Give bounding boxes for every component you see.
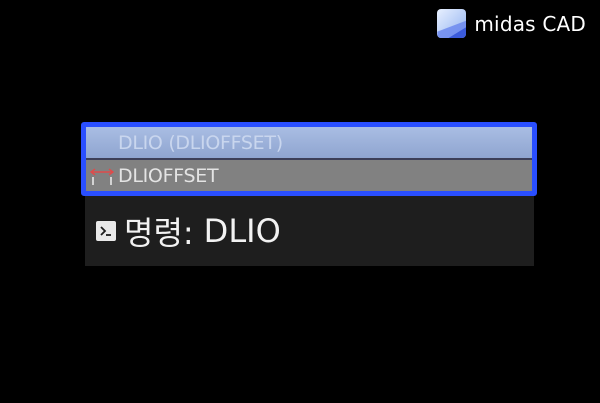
dimension-offset-icon — [89, 166, 115, 186]
command-prompt-icon — [96, 221, 116, 241]
command-input[interactable]: DLIO — [204, 212, 281, 250]
brand-name: midas CAD — [474, 11, 586, 36]
autocomplete-item-dlio[interactable]: DLIO (DLIOFFSET) — [86, 127, 532, 160]
command-label: 명령: — [124, 214, 194, 252]
command-line[interactable]: 명령: DLIO — [85, 196, 534, 266]
brand-watermark: midas CAD — [437, 9, 586, 38]
autocomplete-item-label: DLIO (DLIOFFSET) — [118, 131, 283, 154]
autocomplete-item-label: DLIOFFSET — [118, 164, 219, 187]
command-autocomplete-list: DLIO (DLIOFFSET) DLIOFFSET — [81, 122, 537, 196]
autocomplete-item-dlioffset[interactable]: DLIOFFSET — [86, 160, 532, 191]
midas-logo-icon — [437, 9, 467, 38]
